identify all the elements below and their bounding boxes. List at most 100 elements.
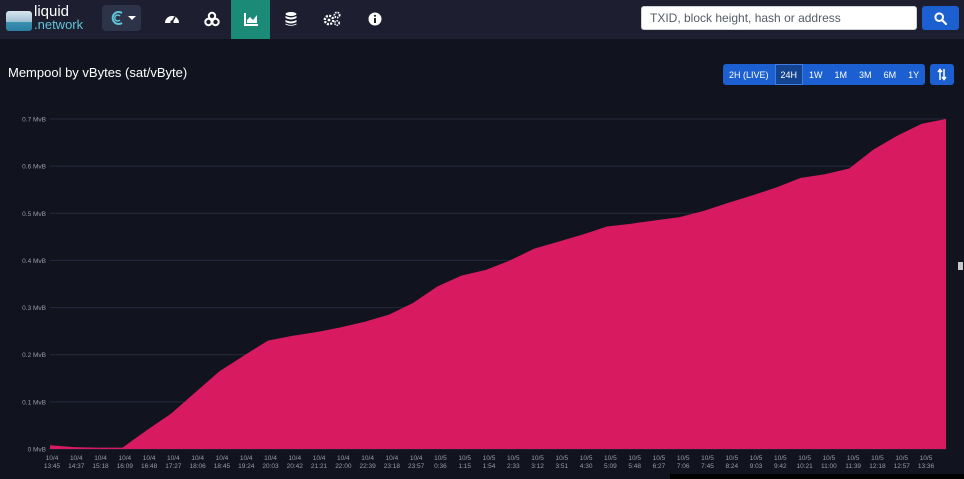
x-tick-date-label: 10/5 [556, 455, 569, 462]
x-tick-date-label: 10/5 [725, 455, 738, 462]
scrollbar-handle[interactable] [958, 262, 963, 270]
sort-arrows-icon [937, 68, 947, 81]
mempool-area-series[interactable] [50, 119, 946, 449]
period-2h-button[interactable]: 2H (LIVE) [723, 64, 775, 85]
x-tick-date-label: 10/5 [750, 455, 763, 462]
period-1m-button[interactable]: 1M [829, 64, 854, 85]
network-selector-button[interactable] [102, 5, 141, 31]
x-tick-date-label: 10/4 [167, 455, 180, 462]
search-button[interactable] [922, 6, 959, 30]
dashboard-gauge-icon [165, 16, 179, 24]
x-tick-date-label: 10/4 [94, 455, 107, 462]
x-tick-date-label: 10/5 [580, 455, 593, 462]
chart-area-layer [50, 119, 946, 449]
x-tick-date-label: 10/4 [191, 455, 204, 462]
x-tick-date-label: 10/5 [604, 455, 617, 462]
period-button-group: 2H (LIVE) 24H 1W 1M 3M 6M 1Y [723, 64, 926, 85]
x-tick-date-label: 10/5 [871, 455, 884, 462]
liquid-logo-mark-icon [6, 11, 32, 31]
x-tick-date-label: 10/5 [458, 455, 471, 462]
bottom-edge-strip [670, 474, 964, 479]
liquid-network-icon [111, 11, 123, 25]
x-tick-time-label: 11:39 [845, 463, 861, 470]
x-tick-time-label: 11:00 [821, 463, 837, 470]
nav-blocks[interactable] [271, 0, 310, 39]
x-tick-time-label: 21:21 [311, 463, 328, 470]
x-tick-time-label: 16:48 [141, 463, 158, 470]
x-tick-time-label: 8:24 [725, 463, 738, 470]
period-24h-button[interactable]: 24H [774, 64, 804, 85]
period-1y-button[interactable]: 1Y [902, 64, 925, 85]
x-tick-date-label: 10/5 [434, 455, 447, 462]
x-tick-time-label: 23:18 [384, 463, 401, 470]
nav-settings[interactable] [311, 0, 350, 39]
x-tick-date-label: 10/5 [847, 455, 860, 462]
x-tick-time-label: 3:12 [531, 463, 544, 470]
y-tick-label: 0 MvB [28, 447, 46, 454]
y-tick-label: 0.1 MvB [22, 399, 46, 406]
x-tick-time-label: 12:57 [894, 463, 911, 470]
x-tick-date-label: 10/5 [823, 455, 836, 462]
x-tick-date-label: 10/4 [119, 455, 132, 462]
database-icon [285, 12, 297, 26]
invert-chart-button[interactable] [930, 64, 954, 85]
top-navbar: liquid .network [0, 0, 964, 39]
mempool-vbytes-chart: 0 MvB 0.1 MvB 0.2 MvB 0.3 MvB 0.4 MvB 0.5 MvB… [22, 117, 946, 470]
y-tick-label: 0.5 MvB [22, 211, 46, 218]
x-tick-time-label: 13:36 [918, 463, 935, 470]
cogs-icon [323, 11, 341, 27]
x-tick-time-label: 18:45 [214, 463, 231, 470]
x-tick-time-label: 19:24 [238, 463, 255, 470]
search-input[interactable] [641, 6, 917, 30]
liquid-network-logo[interactable]: liquid .network [6, 4, 96, 33]
x-tick-time-label: 10:21 [796, 463, 813, 470]
period-3m-button[interactable]: 3M [853, 64, 878, 85]
x-tick-time-label: 7:45 [701, 463, 714, 470]
x-tick-time-label: 9:42 [774, 463, 787, 470]
nav-assets[interactable] [192, 0, 231, 39]
x-tick-date-label: 10/5 [920, 455, 933, 462]
period-1w-button[interactable]: 1W [803, 64, 829, 85]
x-tick-date-label: 10/5 [701, 455, 714, 462]
nav-about[interactable] [355, 0, 394, 39]
assets-icon [204, 11, 220, 27]
x-tick-time-label: 2:33 [507, 463, 520, 470]
x-tick-time-label: 15:18 [92, 463, 109, 470]
x-tick-date-label: 10/4 [143, 455, 156, 462]
x-tick-time-label: 20:03 [262, 463, 279, 470]
x-tick-date-label: 10/5 [507, 455, 520, 462]
x-tick-time-label: 17:27 [165, 463, 182, 470]
y-axis-labels: 0 MvB 0.1 MvB 0.2 MvB 0.3 MvB 0.4 MvB 0.5 MvB… [22, 117, 46, 454]
x-tick-date-label: 10/5 [483, 455, 496, 462]
nav-graphs[interactable] [231, 0, 270, 39]
graphs-icon [244, 13, 258, 26]
x-tick-date-label: 10/5 [774, 455, 787, 462]
info-icon [368, 12, 382, 26]
y-tick-label: 0.6 MvB [22, 164, 46, 171]
x-tick-time-label: 22:00 [335, 463, 352, 470]
x-tick-time-label: 1:15 [458, 463, 471, 470]
x-tick-date-label: 10/4 [361, 455, 374, 462]
chevron-down-icon [128, 16, 136, 20]
x-tick-date-label: 10/4 [46, 455, 59, 462]
x-tick-date-label: 10/5 [653, 455, 666, 462]
x-tick-date-label: 10/4 [288, 455, 301, 462]
x-tick-time-label: 6:27 [653, 463, 666, 470]
x-tick-date-label: 10/4 [216, 455, 229, 462]
x-tick-time-label: 1:54 [483, 463, 496, 470]
x-tick-time-label: 4:30 [580, 463, 593, 470]
x-tick-date-label: 10/4 [313, 455, 326, 462]
x-axis-labels: 10/413:4510/414:3710/415:1810/416:0910/4… [44, 455, 935, 470]
nav-dashboard[interactable] [152, 0, 191, 39]
x-tick-date-label: 10/5 [677, 455, 690, 462]
x-tick-time-label: 18:06 [190, 463, 207, 470]
page-title: Mempool by vBytes (sat/vByte) [8, 65, 188, 80]
x-tick-date-label: 10/4 [386, 455, 399, 462]
period-6m-button[interactable]: 6M [878, 64, 903, 85]
x-tick-time-label: 23:57 [408, 463, 425, 470]
logo-text-line2: .network [34, 17, 84, 32]
x-tick-date-label: 10/5 [895, 455, 908, 462]
x-tick-time-label: 16:09 [117, 463, 134, 470]
x-tick-time-label: 7:06 [677, 463, 690, 470]
x-tick-date-label: 10/4 [337, 455, 350, 462]
